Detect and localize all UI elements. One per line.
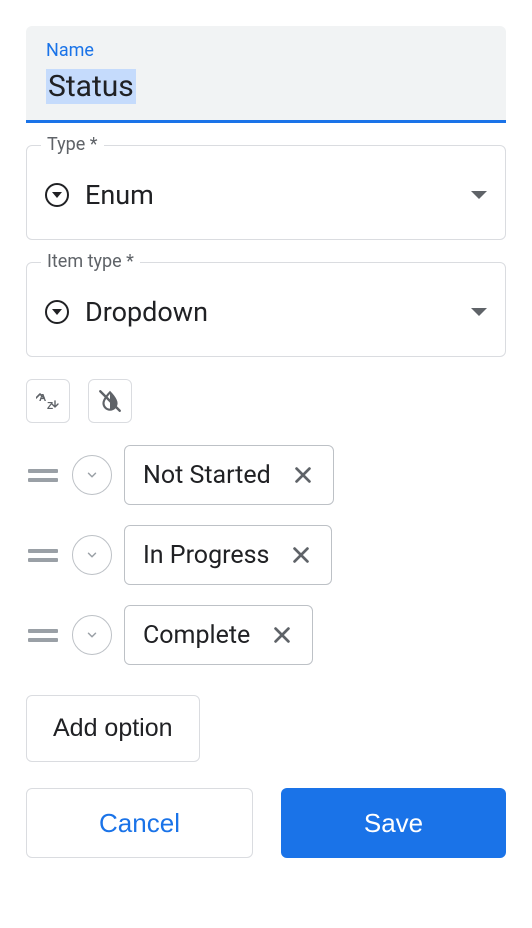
option-chip[interactable]: Complete — [124, 605, 313, 665]
type-label: Type * — [41, 134, 104, 155]
drag-handle-icon[interactable] — [26, 625, 60, 646]
chevron-down-icon — [85, 628, 99, 642]
cancel-button[interactable]: Cancel — [26, 788, 253, 858]
option-row: In Progress — [26, 525, 506, 585]
sort-az-button[interactable]: A Z — [26, 379, 70, 423]
drag-handle-icon[interactable] — [26, 465, 60, 486]
close-icon — [271, 624, 293, 646]
type-value: Enum — [85, 179, 471, 211]
option-row: Not Started — [26, 445, 506, 505]
remove-option-button[interactable] — [285, 457, 321, 493]
option-label: Not Started — [143, 461, 271, 490]
enum-icon — [45, 183, 69, 207]
option-more-button[interactable] — [72, 535, 112, 575]
name-field[interactable]: Name Status — [26, 26, 506, 123]
drag-handle-icon[interactable] — [26, 545, 60, 566]
type-select[interactable]: Type * Enum — [26, 145, 506, 240]
option-more-button[interactable] — [72, 455, 112, 495]
dropdown-icon — [45, 300, 69, 324]
option-chip[interactable]: In Progress — [124, 525, 332, 585]
item-type-select[interactable]: Item type * Dropdown — [26, 262, 506, 357]
footer-actions: Cancel Save — [26, 788, 506, 858]
name-value[interactable]: Status — [46, 69, 136, 104]
close-icon — [290, 544, 312, 566]
svg-text:Z: Z — [47, 401, 53, 412]
item-type-value: Dropdown — [85, 296, 471, 328]
save-button[interactable]: Save — [281, 788, 506, 858]
add-option-button[interactable]: Add option — [26, 695, 200, 762]
options-toolbar: A Z — [26, 379, 506, 423]
chevron-down-icon — [85, 468, 99, 482]
remove-option-button[interactable] — [264, 617, 300, 653]
option-label: Complete — [143, 621, 250, 650]
option-label: In Progress — [143, 541, 269, 570]
item-type-label: Item type * — [41, 251, 140, 272]
chevron-down-icon — [471, 191, 487, 199]
chevron-down-icon — [85, 548, 99, 562]
option-chip[interactable]: Not Started — [124, 445, 334, 505]
chevron-down-icon — [471, 308, 487, 316]
name-label: Name — [46, 40, 486, 61]
sort-az-icon: A Z — [36, 389, 60, 413]
option-row: Complete — [26, 605, 506, 665]
toggle-color-off-button[interactable] — [88, 379, 132, 423]
option-more-button[interactable] — [72, 615, 112, 655]
invert-colors-off-icon — [97, 388, 123, 414]
close-icon — [292, 464, 314, 486]
remove-option-button[interactable] — [283, 537, 319, 573]
